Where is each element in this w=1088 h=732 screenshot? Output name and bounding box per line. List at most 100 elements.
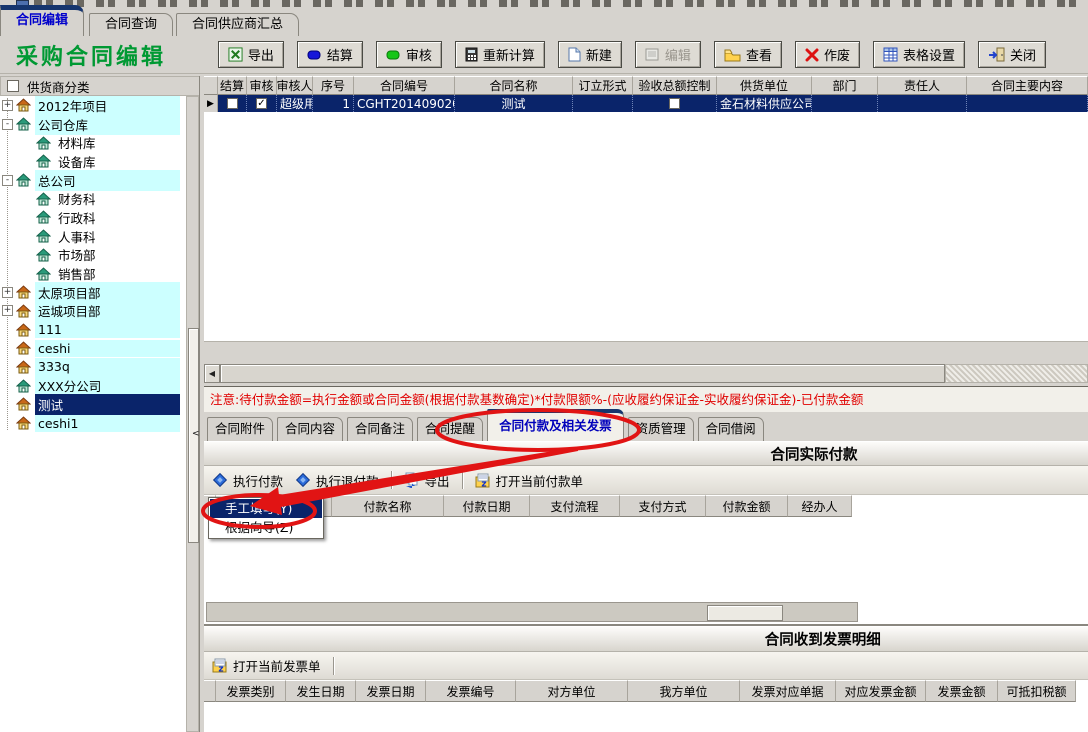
invHeader-cell[interactable]: 可抵扣税额 bbox=[998, 680, 1076, 702]
cgHeader-cell[interactable]: 审核 bbox=[247, 76, 277, 95]
detail-tab[interactable]: 合同借阅 bbox=[698, 417, 764, 441]
menu-item-wizard[interactable]: 根据向导(Z) bbox=[210, 518, 322, 537]
payHeader-cell[interactable]: 支付方式 bbox=[620, 495, 706, 517]
tree-item[interactable]: 财务科 bbox=[0, 189, 186, 208]
tree-vertical-scrollbar[interactable] bbox=[186, 96, 199, 732]
expand-icon[interactable]: + bbox=[2, 305, 13, 316]
scroll-thumb[interactable] bbox=[220, 364, 945, 383]
tree-item[interactable]: 销售部 bbox=[0, 264, 186, 283]
supplier-category-checkbox[interactable] bbox=[7, 80, 19, 92]
tree-item[interactable]: XXX分公司 bbox=[0, 376, 186, 395]
audit-checkbox[interactable]: ✓ bbox=[256, 98, 267, 109]
invHeader-cell[interactable]: 我方单位 bbox=[628, 680, 740, 702]
payHeader-cell[interactable]: 经办人 bbox=[788, 495, 852, 517]
scroll-left-button[interactable]: ◀ bbox=[204, 364, 220, 383]
cgHeader-cell[interactable]: 合同名称 bbox=[455, 76, 573, 95]
contract-grid-body[interactable] bbox=[204, 112, 1088, 341]
detail-tab[interactable]: 合同付款及相关发票 bbox=[487, 409, 624, 441]
detail-tab[interactable]: 资质管理 bbox=[628, 417, 694, 441]
splitter-collapse-icon[interactable]: < bbox=[192, 429, 200, 439]
tree-item[interactable]: +太原项目部 bbox=[0, 283, 186, 302]
collapse-icon[interactable]: - bbox=[2, 119, 13, 130]
tree-item[interactable]: 测试 bbox=[0, 395, 186, 414]
tree-item[interactable]: -总公司 bbox=[0, 171, 186, 190]
payHeader-cell[interactable]: 付款日期 bbox=[444, 495, 530, 517]
detail-tab[interactable]: 合同附件 bbox=[207, 417, 273, 441]
invHeader-cell[interactable]: 发票对应单据 bbox=[740, 680, 836, 702]
detail-tab[interactable]: 合同备注 bbox=[347, 417, 413, 441]
invHeader-cell[interactable]: 对方单位 bbox=[516, 680, 628, 702]
open-payment-form-button[interactable]: z打开当前付款单 bbox=[475, 471, 584, 490]
table-settings-button[interactable]: 表格设置 bbox=[873, 41, 965, 68]
acceptance-checkbox[interactable] bbox=[633, 95, 717, 112]
recalculate-button[interactable]: 重新计算 bbox=[455, 41, 545, 68]
expand-icon[interactable]: + bbox=[2, 100, 13, 111]
cgHeader-cell[interactable]: 验收总额控制 bbox=[633, 76, 717, 95]
export-button[interactable]: 导出 bbox=[218, 41, 284, 68]
invoice-grid-body[interactable] bbox=[204, 702, 1088, 732]
cgHeader-cell[interactable]: 订立形式 bbox=[573, 76, 633, 95]
detail-tab[interactable]: 合同内容 bbox=[277, 417, 343, 441]
cgHeader-cell[interactable]: 供货单位 bbox=[717, 76, 812, 95]
menu-item-manual-fill[interactable]: 手工填写(Y) bbox=[210, 499, 322, 518]
invHeader-cell[interactable]: 发票编号 bbox=[426, 680, 516, 702]
audit-checkbox[interactable]: ✓ bbox=[247, 95, 277, 112]
tree-item[interactable]: 材料库 bbox=[0, 133, 186, 152]
invHeader-cell[interactable]: 发生日期 bbox=[286, 680, 356, 702]
cgHeader-cell[interactable] bbox=[204, 76, 218, 95]
contract-grid-hscrollbar[interactable]: ◀ bbox=[204, 364, 1088, 383]
cgHeader-cell[interactable]: 序号 bbox=[313, 76, 354, 95]
payHeader-cell[interactable]: 付款名称 bbox=[332, 495, 444, 517]
contract-grid-row[interactable]: ▶✓超级用户1CGHT2014090201测试金石材料供应公司 bbox=[204, 95, 1088, 112]
tree-item[interactable]: ceshi bbox=[0, 339, 186, 358]
payHeader-cell[interactable]: 付款金额 bbox=[706, 495, 788, 517]
tree-item[interactable]: 设备库 bbox=[0, 152, 186, 171]
top-tab[interactable]: 合同编辑 bbox=[0, 5, 84, 36]
cgHeader-cell[interactable]: 部门 bbox=[812, 76, 878, 95]
tree-item[interactable]: +2012年项目 bbox=[0, 96, 186, 115]
expand-icon[interactable]: + bbox=[2, 287, 13, 298]
settle-checkbox[interactable] bbox=[218, 95, 247, 112]
invHeader-cell[interactable]: 发票金额 bbox=[926, 680, 998, 702]
tree-item[interactable]: -公司仓库 bbox=[0, 115, 186, 134]
settle-checkbox[interactable] bbox=[227, 98, 238, 109]
new-button[interactable]: 新建 bbox=[558, 41, 622, 68]
recalculate-icon bbox=[465, 47, 478, 62]
invHeader-cell[interactable]: 发票日期 bbox=[356, 680, 426, 702]
view-button[interactable]: 查看 bbox=[714, 41, 782, 68]
invHeader-cell[interactable] bbox=[204, 680, 216, 702]
tree-item[interactable]: 市场部 bbox=[0, 246, 186, 265]
tree-item[interactable]: 111 bbox=[0, 320, 186, 339]
tree-item[interactable]: ceshi1 bbox=[0, 414, 186, 433]
invHeader-cell[interactable]: 对应发票金额 bbox=[836, 680, 926, 702]
top-tab[interactable]: 合同查询 bbox=[89, 13, 173, 36]
cgHeader-cell[interactable]: 合同编号 bbox=[354, 76, 455, 95]
tree-item[interactable]: 333q bbox=[0, 358, 186, 377]
execute-payment-button[interactable]: 执行付款 bbox=[212, 471, 283, 490]
audit-button[interactable]: 审核 bbox=[376, 41, 442, 68]
acceptance-checkbox[interactable] bbox=[669, 98, 680, 109]
cgHeader-cell[interactable]: 结算 bbox=[218, 76, 247, 95]
scroll-track[interactable] bbox=[206, 602, 858, 622]
cgHeader-cell[interactable]: 审核人 bbox=[277, 76, 313, 95]
scroll-track[interactable] bbox=[945, 364, 1088, 383]
payHeader-cell[interactable]: 支付流程 bbox=[530, 495, 620, 517]
tree-item[interactable]: 行政科 bbox=[0, 208, 186, 227]
payment-grid-body[interactable] bbox=[204, 517, 1088, 600]
tree-item[interactable]: 人事科 bbox=[0, 227, 186, 246]
collapse-icon[interactable]: - bbox=[2, 175, 13, 186]
detail-tab[interactable]: 合同提醒 bbox=[417, 417, 483, 441]
execute-refund-button[interactable]: 执行退付款 bbox=[295, 471, 379, 490]
scroll-thumb[interactable] bbox=[707, 605, 783, 621]
top-tab[interactable]: 合同供应商汇总 bbox=[176, 13, 299, 36]
export-payments-button[interactable]: 导出 bbox=[404, 471, 450, 490]
open-invoice-form-button[interactable]: z打开当前发票单 bbox=[212, 656, 321, 675]
settle-button[interactable]: 结算 bbox=[297, 41, 363, 68]
invHeader-cell[interactable]: 发票类别 bbox=[216, 680, 286, 702]
void-button[interactable]: 作废 bbox=[795, 41, 860, 68]
cgHeader-cell[interactable]: 合同主要内容 bbox=[967, 76, 1088, 95]
house-yellow-icon bbox=[16, 341, 31, 355]
tree-item[interactable]: +运城项目部 bbox=[0, 302, 186, 321]
close-button[interactable]: 关闭 bbox=[978, 41, 1046, 68]
cgHeader-cell[interactable]: 责任人 bbox=[878, 76, 967, 95]
